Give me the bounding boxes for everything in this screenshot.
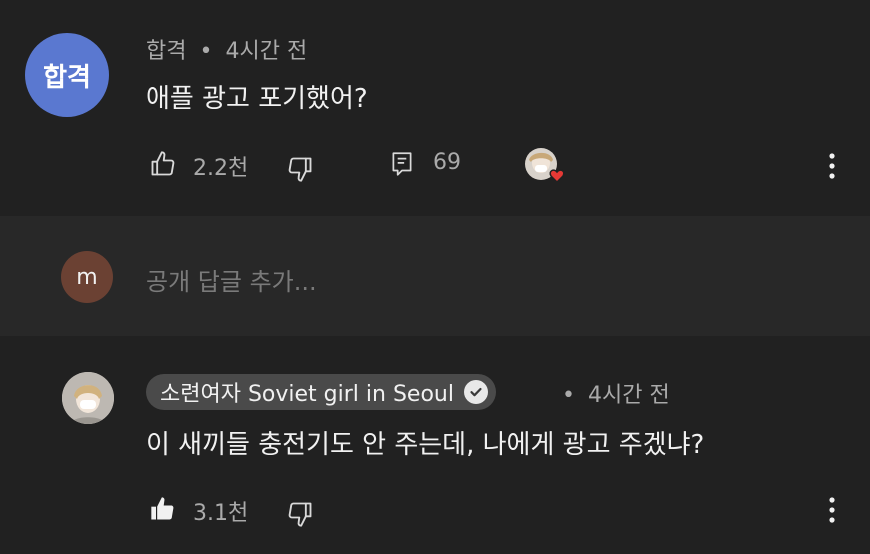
author-chip[interactable]: 소련여자 Soviet girl in Seoul (146, 374, 496, 410)
avatar-letter: m (76, 264, 98, 290)
reply-text: 이 새끼들 충전기도 안 주는데, 나에게 광고 주겠냐? (146, 430, 705, 460)
reply-time: 4시간 전 (587, 383, 670, 408)
author-name[interactable]: 합격 (146, 39, 186, 64)
like-count: 2.2천 (193, 156, 249, 181)
reply-count: 69 (433, 150, 461, 175)
reply-author-name: 소련여자 Soviet girl in Seoul (160, 382, 454, 407)
meta-separator: • (199, 39, 213, 64)
user-avatar: m (61, 251, 113, 303)
comment-meta: 합격 • 4시간 전 (146, 33, 307, 65)
comment-time: 4시간 전 (225, 39, 308, 64)
author-avatar[interactable]: 합격 (25, 33, 109, 117)
verified-check-icon (463, 380, 488, 404)
comment-card: 합격 합격 • 4시간 전 애플 광고 포기했어? 2.2천 69 (0, 0, 870, 216)
more-vertical-icon[interactable] (824, 494, 840, 526)
thumbs-up-filled-icon[interactable] (148, 494, 178, 524)
more-vertical-icon[interactable] (824, 150, 840, 182)
reply-comment-icon[interactable] (387, 149, 417, 179)
reply-meta: • 4시간 전 (562, 377, 670, 409)
thumbs-down-outline-icon[interactable] (285, 154, 315, 184)
reply-like-count: 3.1천 (193, 501, 249, 526)
avatar-text: 합격 (43, 62, 91, 93)
reply-input-row: m 공개 답글 추가... (0, 216, 870, 336)
thumbs-up-outline-icon[interactable] (148, 149, 178, 179)
creator-heart-icon (523, 146, 571, 190)
comment-text: 애플 광고 포기했어? (146, 84, 368, 114)
reply-input[interactable]: 공개 답글 추가... (146, 262, 826, 296)
reply-card: 소련여자 Soviet girl in Seoul • 4시간 전 이 새끼들 … (0, 336, 870, 554)
meta-separator: • (562, 383, 575, 408)
reply-author-avatar[interactable] (62, 372, 114, 424)
thumbs-down-outline-icon[interactable] (285, 499, 315, 529)
